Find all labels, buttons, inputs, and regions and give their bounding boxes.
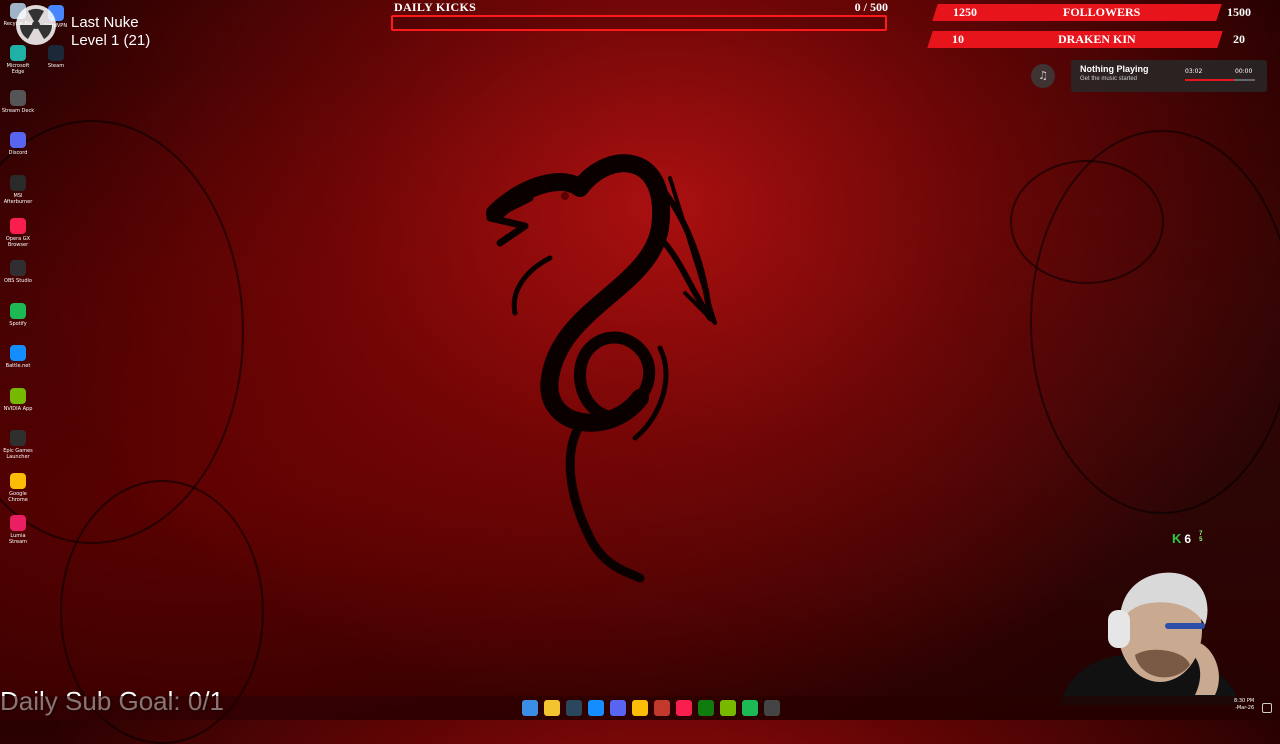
desktop-shortcut-label: Stream Deck <box>1 108 35 114</box>
battlenet-icon <box>10 345 26 361</box>
kick-counter-value: 6 <box>1184 532 1192 546</box>
desktop-shortcut-label: Spotify <box>9 321 27 327</box>
desktop-shortcut-afterburner[interactable]: MSI Afterburner <box>1 175 35 205</box>
stream-deck-icon <box>10 90 26 106</box>
spotify-icon[interactable] <box>742 700 758 716</box>
followers-target: 1500 <box>1227 5 1251 19</box>
dragon-logo <box>486 154 717 583</box>
kick-counter: K675 <box>1172 531 1202 546</box>
desktop-shortcut-lumia-stream[interactable]: Lumia Stream <box>1 515 35 545</box>
draken-kin-label: DRAKEN KIN <box>1058 32 1136 46</box>
draken-kin-goal: 10 DRAKEN KIN <box>927 31 1223 48</box>
desktop-shortcut-label: MSI Afterburner <box>3 193 33 205</box>
daily-kicks-label: DAILY KICKS <box>394 0 477 14</box>
radiation-icon <box>16 5 56 45</box>
desktop-shortcut-chrome[interactable]: Google Chrome <box>1 473 35 503</box>
desktop-shortcut-opera-gx[interactable]: Opera GX Browser <box>1 218 35 248</box>
desktop-shortcut-battlenet[interactable]: Battle.net <box>1 345 35 369</box>
xbox-icon[interactable] <box>698 700 714 716</box>
desktop-shortcut-obs[interactable]: OBS Studio <box>1 260 35 284</box>
system-clock[interactable]: 8:30 PM -Mar-26 <box>1234 698 1254 712</box>
music-note-icon[interactable]: ♫ <box>1031 64 1055 88</box>
followers-current: 1250 <box>953 5 977 19</box>
desktop-shortcut-label: Epic Games Launcher <box>3 448 33 460</box>
afterburner-icon[interactable] <box>654 700 670 716</box>
desktop-shortcut-discord[interactable]: Discord <box>1 132 35 156</box>
followers-goal: 1250 FOLLOWERS <box>932 4 1222 21</box>
chrome-icon <box>10 473 26 489</box>
music-subtitle: Get the music started <box>1080 76 1138 82</box>
clock-date: -Mar-26 <box>1235 705 1255 711</box>
taskbar: 8:30 PM -Mar-26 <box>0 696 1280 720</box>
opera-gx-icon <box>10 218 26 234</box>
desktop-shortcut-label: NVIDIA App <box>3 406 33 412</box>
music-progress-fill <box>1185 79 1234 81</box>
draken-kin-target: 20 <box>1233 32 1245 46</box>
nvidia-icon <box>10 388 26 404</box>
music-duration: 00:00 <box>1235 68 1253 75</box>
discord-icon[interactable] <box>610 700 626 716</box>
obs-icon[interactable] <box>764 700 780 716</box>
desktop-shortcut-label: Discord <box>8 150 28 156</box>
desktop-shortcut-label: Lumia Stream <box>8 533 28 545</box>
music-title: Nothing Playing <box>1080 64 1149 74</box>
followers-label: FOLLOWERS <box>1063 5 1141 19</box>
draken-kin-current: 10 <box>952 32 964 46</box>
music-widget: ♫ Nothing Playing Get the music started … <box>1023 58 1267 94</box>
obs-icon <box>10 260 26 276</box>
clock-time: 8:30 PM <box>1234 698 1255 704</box>
battlenet-icon[interactable] <box>588 700 604 716</box>
music-progress-bar <box>1185 79 1255 81</box>
opera-gx-icon[interactable] <box>676 700 692 716</box>
afterburner-icon <box>10 175 26 191</box>
spotify-icon <box>10 303 26 319</box>
game-title: Last Nuke <box>71 14 139 31</box>
desktop-shortcut-label: Google Chrome <box>8 491 28 503</box>
desktop-shortcut-label: Steam <box>47 63 65 69</box>
nvidia-icon[interactable] <box>720 700 736 716</box>
file-explorer-icon[interactable] <box>544 700 560 716</box>
kick-icon: K <box>1172 531 1182 546</box>
notification-icon[interactable] <box>1262 703 1272 713</box>
daily-kicks-count: 0 / 500 <box>854 0 888 14</box>
counter-mini-bottom: 5 <box>1199 537 1203 543</box>
desktop-shortcut-stream-deck[interactable]: Stream Deck <box>1 90 35 114</box>
background-vine <box>1010 160 1164 284</box>
desktop-shortcut-spotify[interactable]: Spotify <box>1 303 35 327</box>
game-level: Level 1 (21) <box>71 32 151 49</box>
desktop-shortcut-label: Opera GX Browser <box>5 236 31 248</box>
chrome-icon[interactable] <box>632 700 648 716</box>
discord-icon <box>10 132 26 148</box>
desktop-shortcut-label: OBS Studio <box>4 278 32 284</box>
music-elapsed: 03:02 <box>1185 68 1203 75</box>
steam-icon[interactable] <box>566 700 582 716</box>
desktop-shortcut-epic-games[interactable]: Epic Games Launcher <box>1 430 35 460</box>
desktop-shortcut-label: Microsoft Edge <box>6 63 30 75</box>
lumia-stream-icon <box>10 515 26 531</box>
windows-start-icon[interactable] <box>522 700 538 716</box>
epic-games-icon <box>10 430 26 446</box>
background-vine <box>0 120 244 544</box>
webcam-feed <box>1060 572 1240 705</box>
desktop-shortcut-label: Battle.net <box>5 363 31 369</box>
desktop-shortcut-nvidia[interactable]: NVIDIA App <box>1 388 35 412</box>
daily-kicks-progress-bar <box>391 15 887 31</box>
